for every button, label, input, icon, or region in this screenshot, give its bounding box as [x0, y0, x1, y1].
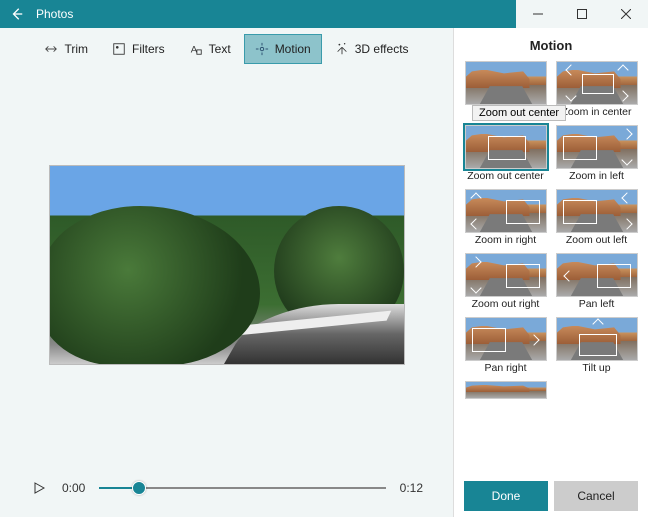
- play-button[interactable]: [30, 479, 48, 497]
- playback-bar: 0:00 0:12: [0, 459, 453, 517]
- toolbar: Trim Filters A Text Motion 3D effects: [0, 28, 453, 70]
- trim-label: Trim: [64, 42, 88, 56]
- effects-icon: [335, 42, 349, 56]
- time-duration: 0:12: [400, 481, 423, 495]
- filters-icon: [112, 42, 126, 56]
- motion-button[interactable]: Motion: [244, 34, 322, 64]
- seek-slider[interactable]: [99, 478, 385, 498]
- effects-label: 3D effects: [355, 42, 409, 56]
- motion-option-zoom-out-right[interactable]: Zoom out right: [464, 253, 547, 313]
- panel-title: Motion: [454, 28, 648, 61]
- motion-option-zoom-out-center[interactable]: Zoom out center Zoom out center: [464, 125, 547, 185]
- video-preview-area: [0, 70, 453, 459]
- motion-option-pan-right[interactable]: Pan right: [464, 317, 547, 377]
- text-button[interactable]: A Text: [178, 34, 242, 64]
- editor-pane: Trim Filters A Text Motion 3D effects: [0, 28, 453, 517]
- effects-button[interactable]: 3D effects: [324, 34, 420, 64]
- done-button[interactable]: Done: [464, 481, 548, 511]
- video-preview[interactable]: [49, 165, 405, 365]
- motion-label: Motion: [275, 42, 311, 56]
- panel-buttons: Done Cancel: [454, 475, 648, 517]
- filters-label: Filters: [132, 42, 165, 56]
- motion-option-zoom-in-left[interactable]: Zoom in left: [555, 125, 638, 185]
- time-current: 0:00: [62, 481, 85, 495]
- seek-thumb[interactable]: [132, 481, 146, 495]
- trim-icon: [44, 42, 58, 56]
- motion-icon: [255, 42, 269, 56]
- motion-grid: None Zoom in center Zoom out center Zoom…: [454, 61, 648, 475]
- tooltip: Zoom out center: [472, 105, 566, 121]
- motion-panel: Motion None Zoom in center Zoom out cent…: [453, 28, 648, 517]
- motion-option-zoom-in-right[interactable]: Zoom in right: [464, 189, 547, 249]
- maximize-button[interactable]: [560, 0, 604, 28]
- cancel-button[interactable]: Cancel: [554, 481, 638, 511]
- motion-option-tilt-up[interactable]: Tilt up: [555, 317, 638, 377]
- trim-button[interactable]: Trim: [33, 34, 99, 64]
- close-button[interactable]: [604, 0, 648, 28]
- minimize-button[interactable]: [516, 0, 560, 28]
- window-controls: [516, 0, 648, 28]
- motion-option-partial[interactable]: [464, 381, 547, 399]
- motion-option-pan-left[interactable]: Pan left: [555, 253, 638, 313]
- filters-button[interactable]: Filters: [101, 34, 176, 64]
- back-button[interactable]: [0, 0, 34, 28]
- motion-option-zoom-out-left[interactable]: Zoom out left: [555, 189, 638, 249]
- text-label: Text: [209, 42, 231, 56]
- text-icon: A: [189, 42, 203, 56]
- motion-option-zoom-in-center[interactable]: Zoom in center: [555, 61, 638, 121]
